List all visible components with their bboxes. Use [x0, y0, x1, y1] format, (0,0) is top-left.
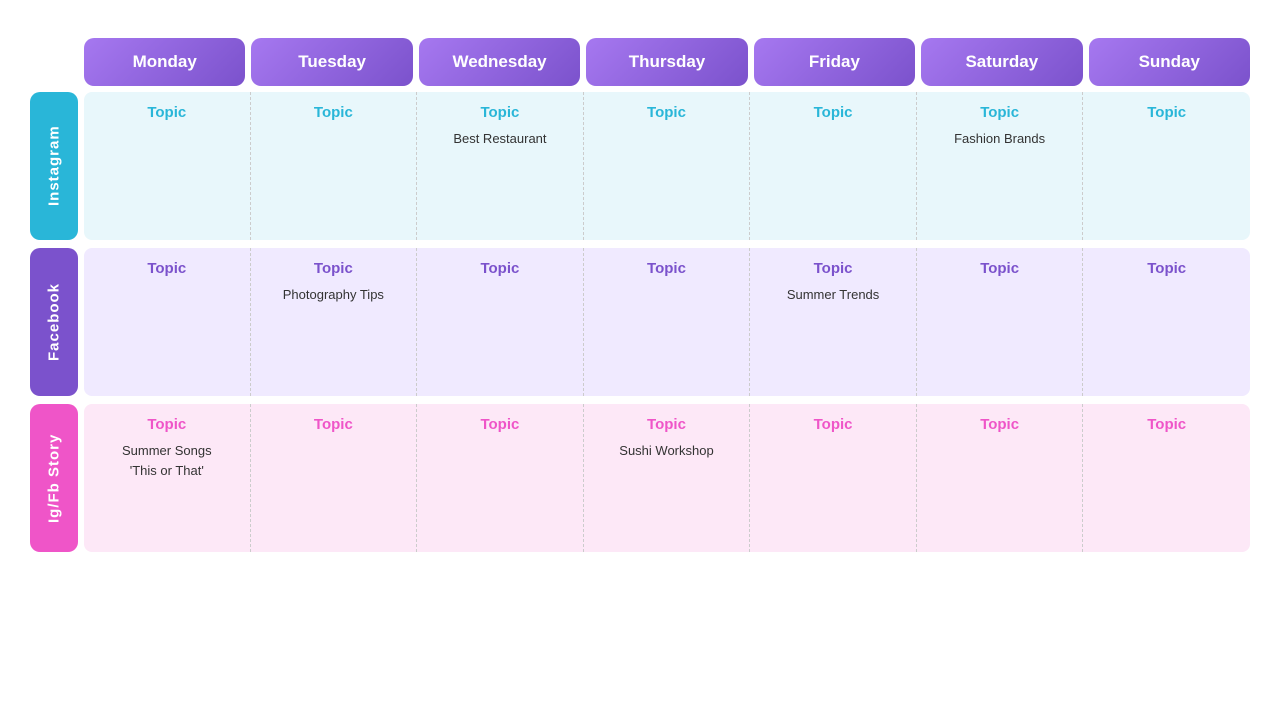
cell-facebook-0: Topic — [84, 248, 251, 396]
day-header-monday: Monday — [84, 38, 245, 86]
cell-story-6: Topic — [1083, 404, 1250, 552]
cell-instagram-1: Topic — [251, 92, 418, 240]
section-block-story: Ig/Fb Story Topic Summer Songs 'This or Th… — [30, 404, 1250, 552]
cell-story-0: Topic Summer Songs 'This or That' — [84, 404, 251, 552]
cell-topic: Topic — [147, 260, 186, 277]
cell-content: Best Restaurant — [453, 129, 546, 149]
day-header-tuesday: Tuesday — [251, 38, 412, 86]
cell-topic: Topic — [647, 416, 686, 433]
row-grid-instagram: TopicTopicTopicBest RestaurantTopicTopic… — [84, 92, 1250, 240]
cell-instagram-5: Topic Fashion Brands — [917, 92, 1084, 240]
cell-story-1: Topic — [251, 404, 418, 552]
day-header-friday: Friday — [754, 38, 915, 86]
cell-story-4: Topic — [750, 404, 917, 552]
cell-instagram-2: Topic Best Restaurant — [417, 92, 584, 240]
cell-story-2: Topic — [417, 404, 584, 552]
cell-topic: Topic — [147, 104, 186, 121]
cell-instagram-3: Topic — [584, 92, 751, 240]
cell-topic: Topic — [980, 260, 1019, 277]
row-grid-facebook: TopicTopicPhotography TipsTopicTopicTopi… — [84, 248, 1250, 396]
cell-instagram-6: Topic — [1083, 92, 1250, 240]
cell-topic: Topic — [647, 260, 686, 277]
day-header-saturday: Saturday — [921, 38, 1082, 86]
cell-story-3: Topic Sushi Workshop — [584, 404, 751, 552]
cell-topic: Topic — [480, 416, 519, 433]
cell-topic: Topic — [314, 104, 353, 121]
day-header-thursday: Thursday — [586, 38, 747, 86]
cell-topic: Topic — [480, 260, 519, 277]
header-row: MondayTuesdayWednesdayThursdayFridaySatu… — [84, 38, 1250, 86]
cell-topic: Topic — [980, 104, 1019, 121]
day-header-wednesday: Wednesday — [419, 38, 580, 86]
cell-content: Fashion Brands — [954, 129, 1045, 149]
cell-topic: Topic — [1147, 260, 1186, 277]
cell-instagram-4: Topic — [750, 92, 917, 240]
cell-topic: Topic — [814, 104, 853, 121]
cell-facebook-2: Topic — [417, 248, 584, 396]
cell-topic: Topic — [1147, 104, 1186, 121]
cell-topic: Topic — [814, 260, 853, 277]
row-grid-story: TopicSummer Songs 'This or That'TopicTop… — [84, 404, 1250, 552]
cell-topic: Topic — [314, 416, 353, 433]
cell-facebook-6: Topic — [1083, 248, 1250, 396]
cell-topic: Topic — [480, 104, 519, 121]
cell-topic: Topic — [814, 416, 853, 433]
cell-facebook-1: Topic Photography Tips — [251, 248, 418, 396]
cell-facebook-4: Topic Summer Trends — [750, 248, 917, 396]
calendar-wrapper: MondayTuesdayWednesdayThursdayFridaySatu… — [30, 38, 1250, 92]
section-block-facebook: FacebookTopicTopicPhotography TipsTopicT… — [30, 248, 1250, 396]
cell-topic: Topic — [980, 416, 1019, 433]
cell-topic: Topic — [147, 416, 186, 433]
row-label-facebook: Facebook — [30, 248, 78, 396]
cell-topic: Topic — [1147, 416, 1186, 433]
cell-facebook-5: Topic — [917, 248, 1084, 396]
row-label-story: Ig/Fb Story — [30, 404, 78, 552]
cell-content: Photography Tips — [283, 285, 384, 305]
cell-content: Summer Songs 'This or That' — [122, 441, 212, 480]
cell-content: Sushi Workshop — [619, 441, 713, 461]
cell-instagram-0: Topic — [84, 92, 251, 240]
cell-content: Summer Trends — [787, 285, 879, 305]
cell-facebook-3: Topic — [584, 248, 751, 396]
day-header-sunday: Sunday — [1089, 38, 1250, 86]
cell-story-5: Topic — [917, 404, 1084, 552]
row-label-instagram: Instagram — [30, 92, 78, 240]
cell-topic: Topic — [314, 260, 353, 277]
section-block-instagram: InstagramTopicTopicTopicBest RestaurantT… — [30, 92, 1250, 240]
cell-topic: Topic — [647, 104, 686, 121]
